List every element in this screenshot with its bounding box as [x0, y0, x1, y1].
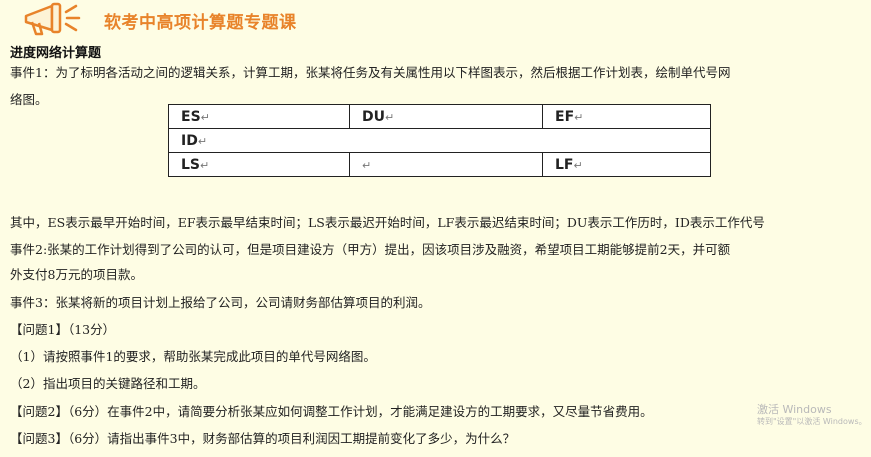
paragraph-mark-icon: ↵ [385, 110, 395, 124]
megaphone-icon [24, 2, 81, 36]
paragraph-mark-icon: ↵ [197, 134, 208, 148]
question1-part2: （2）指出项目的关键路径和工期。 [10, 376, 206, 391]
course-title: 软考中高项计算题专题课 [104, 13, 297, 33]
watermark-line2: 转到"设置"以激活 Windows。 [757, 417, 867, 426]
legend-cell-lf: LF↵ [542, 152, 711, 177]
section-title: 进度网络计算题 [10, 46, 102, 61]
question2-text: 【问题2】（6分）在事件2中，请简要分析张某应如何调整工作计划，才能满足建设方的… [10, 404, 653, 419]
paragraph-mark-icon: ↵ [200, 158, 210, 172]
event2-line1: 事件2:张某的工作计划得到了公司的认可，但是项目建设方（甲方）提出，因该项目涉及… [10, 242, 731, 257]
paragraph-mark-icon: ↵ [573, 158, 583, 172]
legend-cell-id: ID↵ [168, 128, 711, 153]
question1-part1: （1）请按照事件1的要求，帮助张某完成此项目的单代号网络图。 [10, 349, 376, 364]
event1-line2: 络图。 [10, 92, 48, 107]
event1-line1: 事件1：为了标明各活动之间的逻辑关系，计算工期，张某将任务及有关属性用以下样图表… [10, 65, 731, 80]
paragraph-mark-icon: ↵ [362, 158, 372, 172]
node-legend-table: ES↵ DU↵ EF↵ ID↵ LS↵ ↵ LF↵ [168, 104, 711, 177]
legend-cell-es: ES↵ [168, 104, 350, 129]
header-banner: 软考中高项计算题专题课 [0, 0, 871, 42]
paragraph-mark-icon: ↵ [200, 110, 210, 124]
event2-line2: 外支付8万元的项目款。 [10, 267, 143, 282]
question3-text: 【问题3】（6分）请指出事件3中，财务部估算的项目利润因工期提前变化了多少，为什… [10, 431, 516, 446]
legend-note: 其中，ES表示最早开始时间，EF表示最早结束时间；LS表示最迟开始时间，LF表示… [10, 215, 765, 230]
legend-cell-du: DU↵ [349, 104, 543, 129]
legend-cell-empty: ↵ [349, 152, 543, 177]
watermark-line1: 激活 Windows [757, 403, 832, 416]
legend-cell-ef: EF↵ [542, 104, 711, 129]
paragraph-mark-icon: ↵ [574, 110, 584, 124]
event3-text: 事件3：张某将新的项目计划上报给了公司，公司请财务部估算项目的利润。 [10, 295, 431, 310]
windows-activation-watermark: 激活 Windows 转到"设置"以激活 Windows。 [757, 404, 867, 428]
question1-title: 【问题1】（13分） [10, 322, 116, 337]
legend-cell-ls: LS↵ [168, 152, 350, 177]
